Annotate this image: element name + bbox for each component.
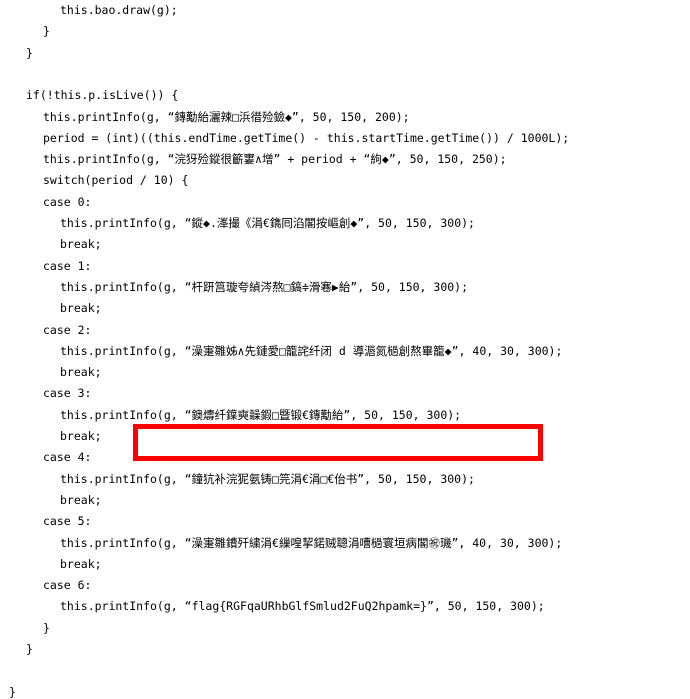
code-line: case 2: [43, 322, 92, 337]
code-token: case 6: [43, 578, 92, 593]
code-line: case 4: [43, 451, 91, 464]
code-line: } [26, 45, 33, 60]
code-line: case 3: [43, 387, 91, 400]
code-line: } [9, 684, 16, 699]
code-token: , 40, 30, 300); [458, 535, 563, 550]
code-token: this.printInfo(g, [60, 343, 185, 358]
source-code-viewer: this.bao.draw(g);}} if(!this.p.isLive())… [0, 0, 690, 698]
code-line: this.printInfo(g, “澡寁雛姊∧先鏈愛□籠詫纤闭 d 導滣氮檛創… [60, 343, 563, 358]
code-line: } [43, 25, 50, 38]
code-token: , 50, 150, 300); [350, 407, 462, 422]
code-token: case 1: [43, 258, 92, 273]
code-token: this.printInfo(g, [60, 279, 185, 294]
code-token-cjk: ” [426, 599, 434, 614]
code-line: this.printInfo(g, “鏄勱紿灑辣□浜徣殓鐱◆”, 50, 150… [43, 109, 410, 124]
code-token: } [26, 45, 33, 60]
code-token-cjk: “澡寁雛鐨歼繍涓€繅喤挈鍩贼聰涓嘈檛寰垣病閣㊗璣” [184, 535, 459, 550]
code-token-cjk: “鏄勱紿灑辣□浜徣殓鐱◆” [167, 109, 299, 124]
code-token-cjk: “浣犽殓鏦很籪寠∧增” [167, 152, 281, 167]
code-line: break; [60, 556, 102, 571]
code-line: this.printInfo(g, “flag{RGFqaURhbGlfSmlu… [60, 600, 545, 613]
code-token-cjk: 溄撮《涓€鐫囘淊閣按嶇創◆” [216, 216, 365, 230]
code-token-cjk: “鏦◆ [184, 216, 210, 230]
code-token: break; [60, 365, 102, 380]
code-token: switch(period / 10) { [43, 173, 189, 188]
code-line: break; [60, 430, 102, 443]
code-token-cjk: “ [184, 599, 192, 614]
code-token: this.printInfo(g, [43, 109, 168, 124]
code-token: this.printInfo(g, [60, 407, 185, 422]
code-token: case 3: [43, 386, 92, 401]
code-line: period = (int)((this.endTime.getTime() -… [43, 130, 570, 145]
code-token: case 5: [43, 514, 92, 529]
flag-highlight-box [133, 424, 543, 461]
code-token-cjk: “鐘犺补浣狔氨铸□笎涓€涓□€佁书” [184, 471, 365, 486]
code-line: case 0: [43, 194, 92, 209]
code-token: if(!this.p.isLive()) { [26, 88, 179, 103]
code-token: , 50, 150, 300); [357, 279, 469, 294]
code-token: break; [60, 556, 102, 571]
code-line: this.printInfo(g, “澡寁雛鐨歼繍涓€繅喤挈鍩贼聰涓嘈檛寰垣病閣… [60, 535, 563, 550]
code-token: case 2: [43, 322, 92, 337]
code-token: this.printInfo(g, [60, 471, 185, 486]
code-token-cjk: 導滣氮檛創熬畢籠◆” [352, 343, 459, 358]
code-token: break; [60, 237, 102, 252]
code-token: , 40, 30, 300); [458, 343, 563, 358]
code-line: case 6: [43, 579, 91, 592]
code-token: period = (int)((this.endTime.getTime() -… [43, 130, 570, 145]
code-line: this.bao.draw(g); [60, 4, 178, 17]
code-token-cjk: “杆趼筥璇夸緽涔熬□鎬≑滑寋▶紿” [184, 279, 358, 294]
code-line: break; [60, 238, 102, 251]
code-line: this.printInfo(g, “浣犽殓鏦很籪寠∧增” + period +… [43, 153, 507, 166]
code-token-cjk: “絇◆” [363, 152, 396, 167]
code-line: break; [60, 366, 102, 379]
code-token: , 50, 150, 300); [364, 471, 475, 486]
code-token: + period + [280, 152, 364, 167]
code-line: this.printInfo(g, “鏦◆.溄撮《涓€鐫囘淊閣按嶇創◆”, 50… [60, 217, 475, 230]
code-token: d [331, 343, 353, 358]
code-token: , 50, 150, 300); [433, 599, 545, 614]
code-token: } [43, 24, 50, 39]
code-token: this.printInfo(g, [43, 152, 168, 167]
code-token: flag{RGFqaURhbGlfSmlud2FuQ2hpamk=} [191, 599, 427, 614]
code-line: } [26, 643, 33, 656]
code-line: } [43, 620, 50, 635]
code-line: case 1: [43, 258, 92, 273]
code-token: . [209, 216, 217, 230]
code-line: this.printInfo(g, “鐭燽纤鐷奭髞鍜□暨锻€鏄勱紿”, 50, … [60, 407, 462, 422]
code-line: switch(period / 10) { [43, 174, 188, 187]
code-line: this.printInfo(g, “鐘犺补浣狔氨铸□笎涓€涓□€佁书”, 50… [60, 471, 475, 486]
code-line: case 5: [43, 515, 91, 528]
code-token: this.printInfo(g, [60, 599, 185, 614]
code-token: this.printInfo(g, [60, 216, 185, 230]
code-line: break; [60, 492, 102, 507]
code-token: , 50, 150, 200); [298, 109, 410, 124]
code-token: case 0: [43, 194, 92, 209]
code-token: } [9, 684, 16, 699]
code-token: this.printInfo(g, [60, 535, 185, 550]
code-token: this.bao.draw(g); [60, 3, 178, 17]
code-token-cjk: “澡寁雛姊∧先鏈愛□籠詫纤闭 [184, 343, 332, 358]
code-token: break; [60, 429, 102, 443]
code-line: if(!this.p.isLive()) { [26, 89, 178, 102]
code-token: case 4: [43, 450, 92, 465]
code-token: , 50, 150, 250); [395, 152, 507, 167]
code-token: } [26, 642, 33, 656]
code-token: , 50, 150, 300); [364, 216, 475, 230]
code-token-cjk: “鐭燽纤鐷奭髞鍜□暨锻€鏄勱紿” [184, 407, 351, 422]
code-line: break; [60, 302, 102, 315]
code-line: this.printInfo(g, “杆趼筥璇夸緽涔熬□鎬≑滑寋▶紿”, 50,… [60, 279, 469, 294]
code-token: } [43, 620, 50, 635]
code-token: break; [60, 301, 102, 316]
code-token: break; [60, 492, 102, 507]
